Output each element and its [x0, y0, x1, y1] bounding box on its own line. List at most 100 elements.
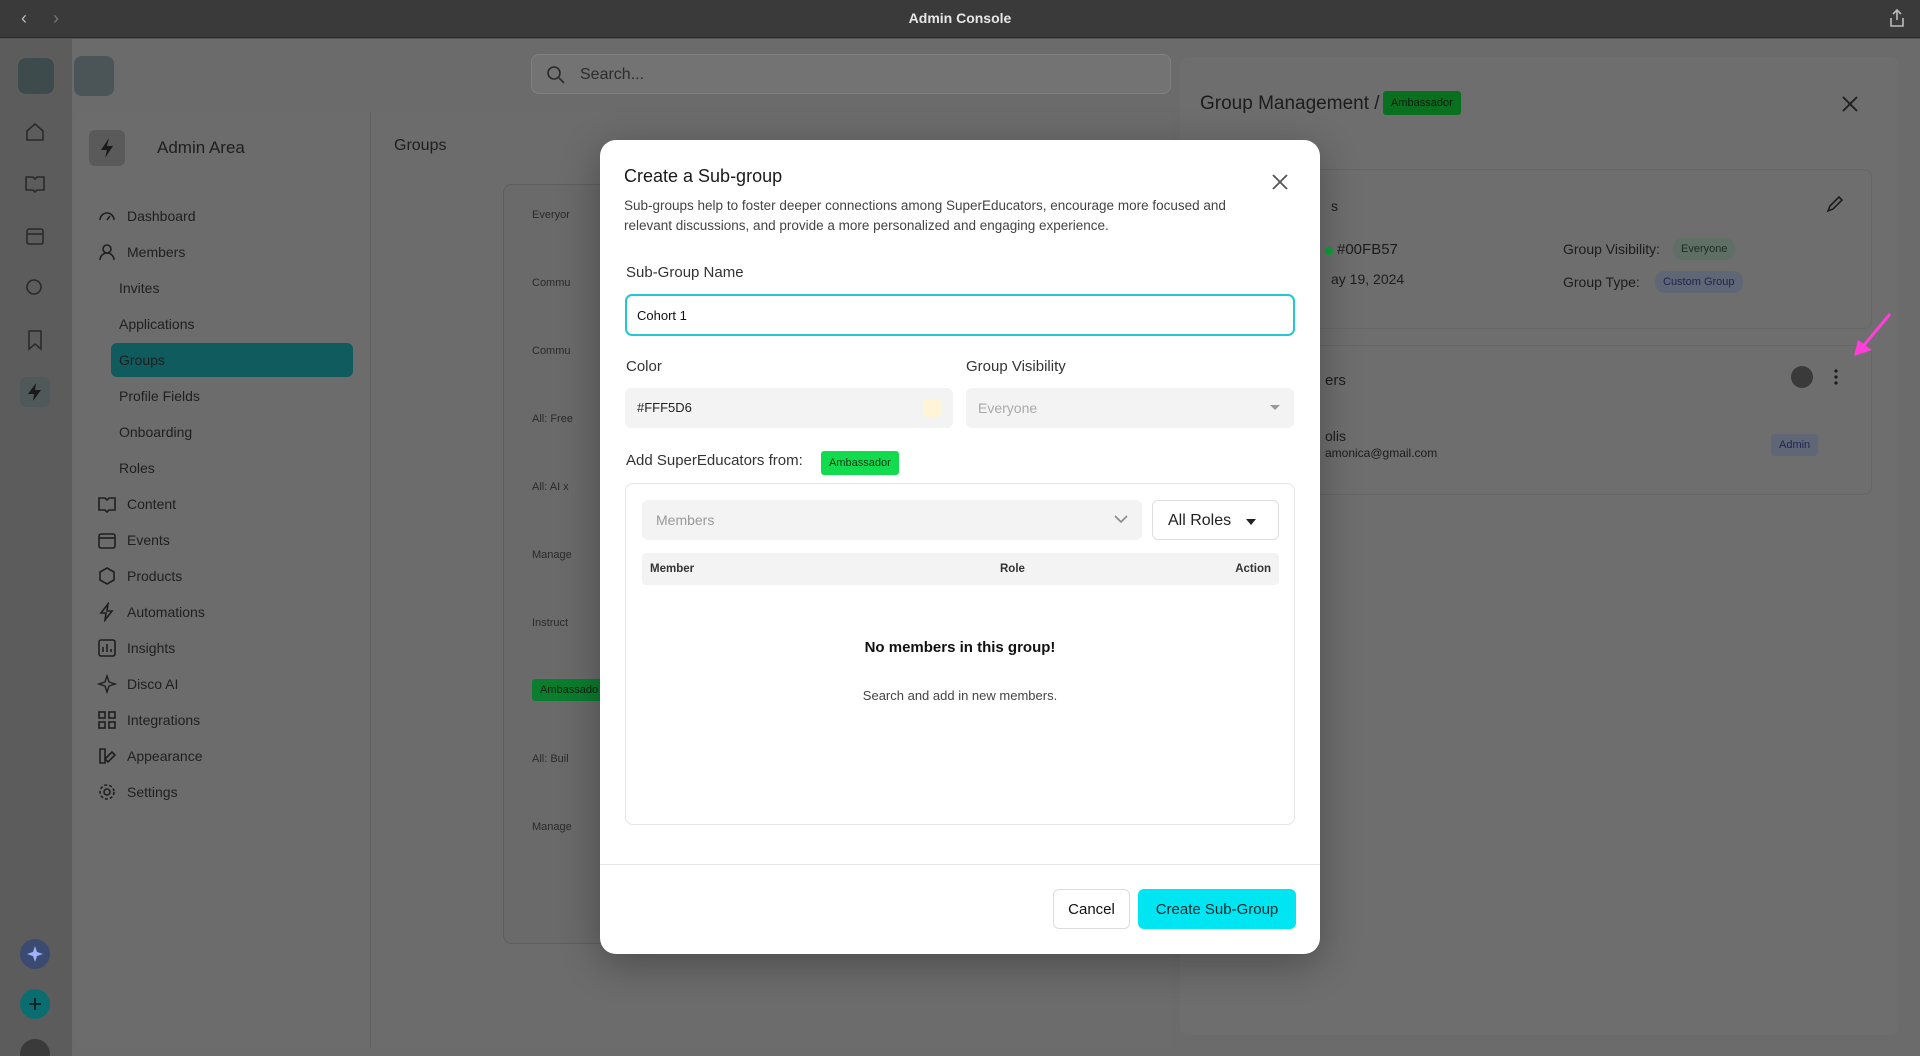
sidebar-item-products[interactable]: Products: [97, 561, 182, 591]
chevron-down-icon: [1270, 405, 1280, 410]
cancel-button[interactable]: Cancel: [1053, 889, 1130, 929]
avatar: [1791, 366, 1813, 388]
visibility-select[interactable]: Everyone: [966, 388, 1294, 428]
color-value: #FFF5D6: [637, 400, 692, 415]
column-role: Role: [1000, 563, 1025, 575]
visibility-value: Everyone: [978, 400, 1038, 416]
close-icon[interactable]: [1270, 172, 1290, 192]
roles-filter-button[interactable]: All Roles: [1152, 500, 1279, 540]
sidebar-item-label: Groups: [119, 352, 165, 368]
sidebar-item-label: Applications: [119, 316, 195, 332]
sidebar-item-roles[interactable]: Roles: [119, 453, 155, 483]
group-row[interactable]: All: Buil: [532, 753, 569, 765]
group-row[interactable]: Manage: [532, 549, 572, 561]
sidebar-item-content[interactable]: Content: [97, 489, 176, 519]
sidebar-item-insights[interactable]: Insights: [97, 633, 175, 663]
more-icon[interactable]: [1833, 368, 1839, 386]
sidebar-item-members[interactable]: Members: [97, 237, 185, 267]
dialog-description: Sub-groups help to foster deeper connect…: [624, 198, 1226, 233]
visibility-label: Group Visibility:: [1563, 241, 1661, 257]
group-row[interactable]: Everyor: [532, 209, 570, 221]
sidebar-item-label: Content: [127, 496, 177, 512]
sidebar-item-events[interactable]: Events: [97, 525, 170, 555]
type-tag: Custom Group: [1655, 271, 1743, 293]
column-member: Member: [650, 563, 695, 575]
sparkle-icon: [97, 674, 117, 694]
add-from-label: Add SuperEducators from:: [626, 452, 803, 469]
close-icon[interactable]: [1841, 95, 1859, 113]
chat-icon[interactable]: [20, 273, 50, 303]
sidebar-item-settings[interactable]: Settings: [97, 777, 178, 807]
page-title: Groups: [394, 137, 447, 154]
share-icon[interactable]: [1888, 8, 1906, 28]
sidebar-item-groups[interactable]: Groups: [111, 343, 353, 377]
sidebar-item-integrations[interactable]: Integrations: [97, 705, 200, 735]
calendar-icon[interactable]: [20, 221, 50, 251]
community-logo-secondary[interactable]: [74, 56, 114, 96]
user-icon: [99, 244, 115, 261]
sidebar-item-automations[interactable]: Automations: [97, 597, 205, 627]
group-row[interactable]: Manage: [532, 821, 572, 833]
group-row[interactable]: All: Free: [532, 413, 573, 425]
created-date: ay 19, 2024: [1331, 271, 1405, 287]
edit-icon[interactable]: [1825, 194, 1845, 214]
sidebar-item-applications[interactable]: Applications: [119, 309, 195, 339]
color-swatch[interactable]: [923, 399, 941, 417]
visibility-tag: Everyone: [1673, 238, 1736, 260]
sidebar-item-label: Invites: [119, 280, 160, 296]
bookmark-icon[interactable]: [20, 325, 50, 355]
sidebar-item-label: Events: [127, 532, 170, 548]
sidebar-item-label: Settings: [127, 784, 178, 800]
avatar[interactable]: [20, 1039, 50, 1056]
create-subgroup-dialog: Create a Sub-group Sub-groups help to fo…: [600, 140, 1320, 954]
window-titlebar: ‹ › Admin Console: [0, 0, 1920, 38]
global-search[interactable]: Search...: [531, 54, 1171, 94]
subgroup-name-label: Sub-Group Name: [626, 264, 744, 281]
pointer-arrow-icon: [1854, 313, 1892, 356]
window-title: Admin Console: [908, 10, 1012, 26]
members-table-header: Member Role Action: [642, 553, 1279, 585]
book-icon: [98, 497, 116, 514]
parent-group-badge: Ambassador: [821, 451, 899, 475]
box-icon: [99, 567, 115, 585]
caret-down-icon: [1246, 519, 1256, 525]
add-icon[interactable]: [20, 989, 50, 1019]
create-subgroup-button[interactable]: Create Sub-Group: [1138, 889, 1296, 929]
sidebar-item-appearance[interactable]: Appearance: [97, 741, 203, 771]
sidebar-item-onboarding[interactable]: Onboarding: [119, 417, 192, 447]
drawer-group-badge: Ambassador: [1383, 91, 1461, 115]
app-rail: [0, 39, 72, 1056]
group-row[interactable]: Commu: [532, 345, 571, 357]
type-label: Group Type:: [1563, 274, 1640, 290]
group-row[interactable]: All: AI x: [532, 481, 569, 493]
color-input[interactable]: #FFF5D6: [625, 388, 953, 428]
home-icon[interactable]: [20, 117, 50, 147]
subgroup-name-input[interactable]: [625, 294, 1295, 336]
group-row[interactable]: Instruct: [532, 617, 568, 629]
members-search-select[interactable]: Members: [642, 500, 1142, 540]
members-placeholder: Members: [656, 512, 715, 528]
sidebar-item-profile-fields[interactable]: Profile Fields: [119, 381, 200, 411]
sidebar-item-label: Integrations: [127, 712, 201, 728]
admin-rail-icon[interactable]: [20, 377, 50, 407]
group-row[interactable]: Commu: [532, 277, 571, 289]
community-logo[interactable]: [18, 58, 54, 94]
calendar-icon: [98, 533, 116, 549]
book-icon[interactable]: [20, 169, 50, 199]
sidebar-item-label: Dashboard: [127, 208, 196, 224]
sidebar-item-disco-ai[interactable]: Disco AI: [97, 669, 178, 699]
chart-icon: [98, 639, 116, 657]
sidebar-item-dashboard[interactable]: Dashboard: [97, 201, 196, 231]
column-action: Action: [1235, 563, 1271, 575]
group-color-value: #00FB57: [1337, 241, 1398, 258]
empty-state-title: No members in this group!: [864, 639, 1056, 656]
dashboard-icon: [99, 212, 115, 221]
sidebar-item-label: Profile Fields: [119, 388, 200, 404]
ai-sparkle-icon[interactable]: [20, 939, 50, 969]
sidebar-item-invites[interactable]: Invites: [119, 273, 159, 303]
group-row[interactable]: Ambassado: [532, 679, 607, 701]
grid-icon: [98, 711, 116, 729]
sidebar-item-label: Insights: [127, 640, 176, 656]
search-placeholder: Search...: [580, 66, 645, 83]
dialog-title: Create a Sub-group: [624, 166, 783, 186]
